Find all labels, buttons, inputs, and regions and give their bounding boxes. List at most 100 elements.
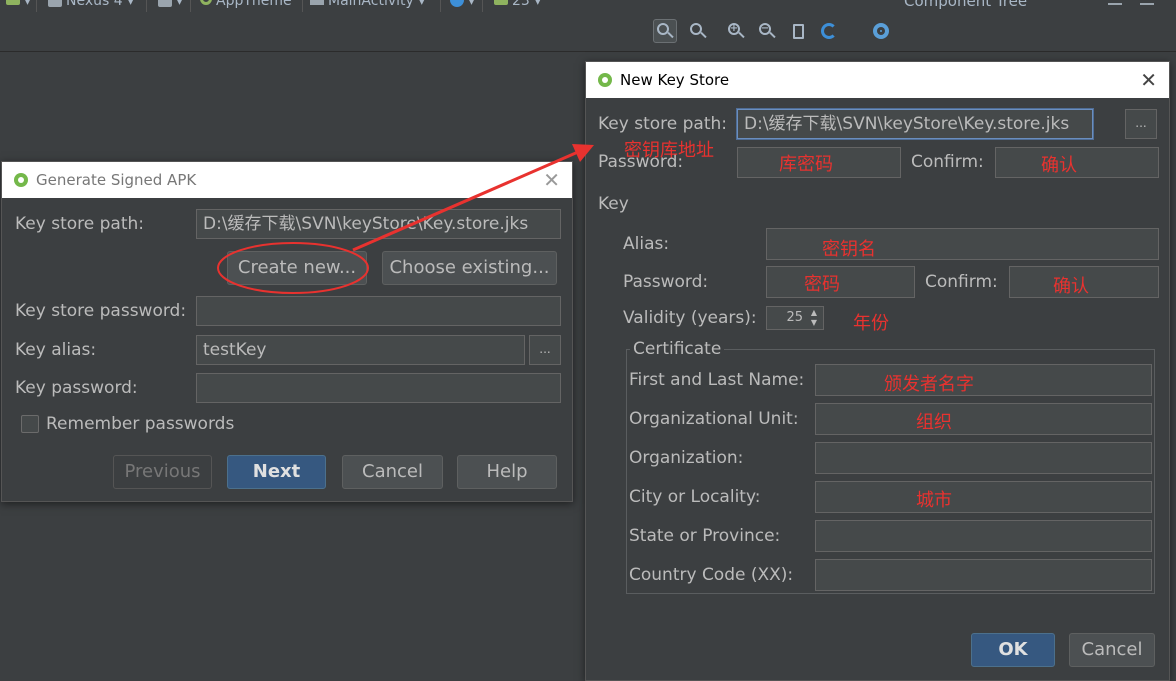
ok-button[interactable]: OK [971,633,1055,667]
ide-toolbar: ▾ Nexus 4 ▾ ▾ AppTheme MainActivity ▾ ▾ … [0,0,1176,52]
close-icon[interactable]: ✕ [543,168,560,192]
key-store-password-label: Key store password: [15,301,187,321]
zoom-fit-icon [657,23,674,39]
org-unit-label: Organizational Unit: [629,409,799,429]
confirm-field[interactable] [995,147,1159,178]
preview-button[interactable] [786,19,810,43]
validity-label: Validity (years): [623,308,757,328]
zoom-out-button[interactable]: − [755,19,779,43]
annotation-org-unit: 组织 [916,412,952,433]
org-unit-field[interactable] [815,403,1152,435]
annotation-key-password: 密码 [804,274,840,295]
document-icon [792,23,804,39]
choose-existing-button[interactable]: Choose existing... [382,251,557,285]
annotation-validity: 年份 [853,313,889,334]
first-last-name-label: First and Last Name: [629,370,805,390]
zoom-actual-icon [690,23,707,39]
zoom-in-button[interactable]: + [724,19,748,43]
organization-label: Organization: [629,448,744,468]
key-store-path-field[interactable]: D:\缓存下载\SVN\keyStore\Key.store.jks [737,109,1093,139]
android-api-icon [494,0,508,5]
screen-icon [158,0,172,7]
key-alias-field[interactable]: testKey [196,335,525,365]
key-password-label: Password: [623,272,709,292]
key-password-field[interactable] [766,266,915,298]
android-icon[interactable]: ▾ [6,0,31,9]
annotation-key-confirm: 确认 [1053,276,1089,297]
dialog-title: Generate Signed APK [36,171,197,189]
separator [36,0,37,12]
android-studio-icon [14,173,28,187]
key-password-label: Key password: [15,378,138,398]
zoom-out-icon: − [759,23,776,39]
remember-passwords-checkbox[interactable] [21,415,39,433]
state-field[interactable] [815,520,1152,552]
annotation-store-password: 库密码 [779,154,833,175]
annotation-key-alias: 密钥名 [822,239,876,260]
country-code-label: Country Code (XX): [629,565,794,585]
annotation-store-confirm: 确认 [1041,155,1077,176]
key-password-field[interactable] [196,373,561,403]
device-selector[interactable]: Nexus 4 ▾ [48,0,134,9]
validity-value: 25 [786,310,803,325]
panel-minimize-icon[interactable] [1108,3,1122,5]
key-store-password-field[interactable] [196,296,561,326]
ide-config-row: ▾ Nexus 4 ▾ ▾ AppTheme MainActivity ▾ ▾ … [0,0,900,14]
settings-button[interactable] [869,19,893,43]
key-alias-browse-button[interactable]: ... [529,335,561,365]
certificate-title: Certificate [630,339,725,359]
alias-label: Alias: [623,234,670,254]
spinner-up-icon[interactable]: ▲ [808,308,820,318]
key-alias-label: Key alias: [15,340,97,360]
refresh-icon [821,23,837,39]
first-last-name-field[interactable] [815,364,1152,396]
activity-selector[interactable]: MainActivity ▾ [310,0,425,9]
annotation-city: 城市 [916,490,952,511]
validity-spinner[interactable]: 25 ▲ ▼ [766,306,824,330]
zoom-actual-button[interactable] [686,19,710,43]
locale-selector[interactable]: ▾ [450,0,475,9]
refresh-button[interactable] [817,19,841,43]
key-store-path-label: Key store path: [598,114,728,134]
theme-selector[interactable]: AppTheme [200,0,292,9]
key-store-browse-button[interactable]: ... [1125,109,1157,139]
key-store-path-label: Key store path: [15,214,145,234]
separator [146,0,147,12]
key-section-label: Key [598,194,629,214]
create-new-button[interactable]: Create new... [227,251,367,285]
separator [302,0,303,12]
orientation-selector[interactable]: ▾ [158,0,183,9]
city-label: City or Locality: [629,487,761,507]
dialog-title: New Key Store [620,71,730,89]
spinner-down-icon[interactable]: ▼ [808,318,820,328]
phone-icon [48,0,62,7]
api-level-selector[interactable]: 23 ▾ [494,0,541,9]
separator [482,0,483,12]
confirm-label: Confirm: [911,152,984,172]
zoom-to-fit-button[interactable] [653,19,677,43]
remember-passwords-label[interactable]: Remember passwords [46,414,234,434]
city-field[interactable] [815,481,1152,513]
cancel-button[interactable]: Cancel [1069,633,1155,667]
android-studio-icon [598,73,612,87]
help-button[interactable]: Help [457,455,557,489]
cancel-button[interactable]: Cancel [342,455,443,489]
key-confirm-label: Confirm: [925,272,998,292]
gear-icon [873,23,889,39]
generate-signed-apk-dialog: Generate Signed APK ✕ Key store path: D:… [1,161,573,502]
annotation-key-store-address: 密钥库地址 [624,140,714,161]
separator [440,0,441,12]
activity-icon [310,0,324,5]
next-button[interactable]: Next [227,455,326,489]
organization-field[interactable] [815,442,1152,474]
dialog-titlebar: Generate Signed APK ✕ [2,162,572,198]
close-icon[interactable]: ✕ [1140,68,1157,92]
annotation-issuer-name: 颁发者名字 [884,374,974,395]
globe-icon [450,0,464,7]
theme-icon [200,0,212,5]
country-code-field[interactable] [815,559,1152,591]
panel-settings-icon[interactable] [1140,3,1154,5]
key-store-path-field[interactable]: D:\缓存下载\SVN\keyStore\Key.store.jks [196,209,561,239]
separator [190,0,191,12]
previous-button[interactable]: Previous [113,455,212,489]
